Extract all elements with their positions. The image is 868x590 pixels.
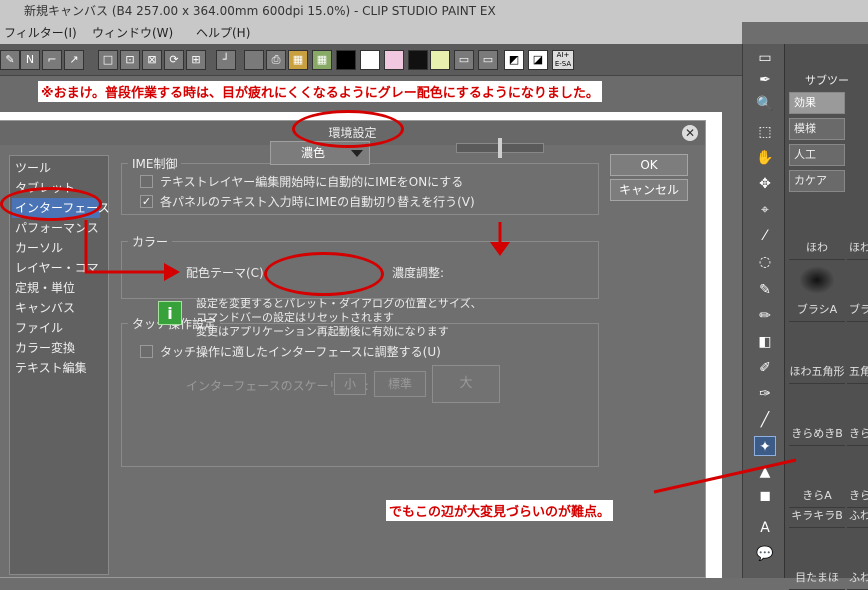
annotation-bottom: でもこの辺が大変見づらいのが難点。: [386, 500, 614, 521]
annotation-arrows: [84, 220, 797, 494]
